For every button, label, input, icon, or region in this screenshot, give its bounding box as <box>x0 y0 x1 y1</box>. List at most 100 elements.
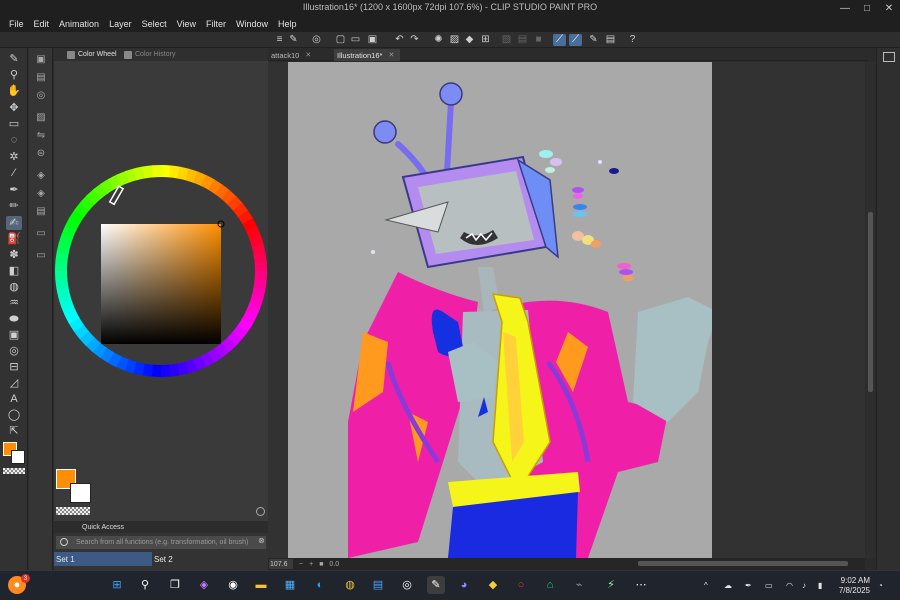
discord-icon[interactable]: ◕ <box>455 576 473 594</box>
task-view-icon[interactable]: ❐ <box>166 576 184 594</box>
system-clock[interactable]: 9:02 AM 7/8/2025 <box>839 576 870 596</box>
fit-icon[interactable]: ■ <box>319 561 323 568</box>
show-selection-icon[interactable]: ■ <box>532 34 545 46</box>
panel-sub-color[interactable] <box>70 483 91 503</box>
minimize-button[interactable]: — <box>834 0 856 16</box>
fill-icon[interactable]: ◆ <box>463 34 476 46</box>
sub-tool-10-icon[interactable]: ▭ <box>33 226 49 240</box>
copilot-icon[interactable]: ◈ <box>195 576 213 594</box>
quick-access-set-1[interactable]: Set 1 <box>54 552 152 566</box>
balloon-icon[interactable]: ◯ <box>6 408 22 422</box>
fill-bucket-icon[interactable]: ♒ <box>6 296 22 310</box>
menu-edit[interactable]: Edit <box>29 19 55 29</box>
sub-tool-1-icon[interactable]: ▣ <box>33 52 49 66</box>
start-icon[interactable]: ⊞ <box>108 576 126 594</box>
selection-icon[interactable]: ▭ <box>6 117 22 131</box>
invert-selection-icon[interactable]: ▤ <box>516 34 529 46</box>
transparent-color-swatch[interactable] <box>3 468 25 474</box>
clear-icon[interactable]: ✺ <box>432 34 445 46</box>
clear-search-icon[interactable]: ⊗ <box>258 536 265 545</box>
pen-tool-icon[interactable]: ✎ <box>6 52 22 66</box>
sub-tool-6-icon[interactable]: ⊜ <box>33 146 49 160</box>
redo-icon[interactable]: ↷ <box>408 34 421 46</box>
cloud-icon[interactable]: ☁ <box>724 581 732 590</box>
close-tab-icon[interactable]: ✕ <box>388 51 394 59</box>
transform-icon[interactable]: ⊞ <box>479 34 492 46</box>
snap-special-ruler-icon[interactable]: ⟋ <box>569 34 582 46</box>
horizontal-scroll-thumb[interactable] <box>638 561 848 566</box>
hand-icon[interactable]: ✋ <box>6 84 22 98</box>
canvas-area[interactable] <box>268 62 865 558</box>
move-icon[interactable]: ✥ <box>6 101 22 115</box>
tab-color-history[interactable]: Color History <box>124 49 175 60</box>
undo-icon[interactable]: ↶ <box>393 34 406 46</box>
search-icon[interactable]: ⚲ <box>136 576 154 594</box>
quick-access-set-2[interactable]: Set 2 <box>152 552 250 566</box>
clip-studio-launcher-icon[interactable]: ◎ <box>398 576 416 594</box>
auto-select-icon[interactable]: ✲ <box>6 150 22 164</box>
obs-icon[interactable]: ◉ <box>224 576 242 594</box>
color-settings-icon[interactable] <box>256 507 265 516</box>
sub-tool-8-icon[interactable]: ◈ <box>33 186 49 200</box>
mail-icon[interactable]: ▦ <box>281 576 299 594</box>
sub-tool-4-icon[interactable]: ▨ <box>33 110 49 124</box>
menu-window[interactable]: Window <box>231 19 273 29</box>
menu-animation[interactable]: Animation <box>54 19 104 29</box>
deselect-icon[interactable]: ▧ <box>500 34 513 46</box>
maximize-button[interactable]: □ <box>856 0 878 16</box>
help-icon[interactable]: ? <box>626 34 639 46</box>
snap-ruler-icon[interactable]: ⟋ <box>553 34 566 46</box>
object-icon[interactable]: ⇱ <box>6 424 22 438</box>
app-store-icon[interactable]: ⌂ <box>541 576 559 594</box>
vertical-scrollbar[interactable] <box>866 62 875 558</box>
keyboard-icon[interactable]: ▭ <box>765 581 773 590</box>
zoom-field[interactable]: 107.6 <box>269 559 293 569</box>
new-canvas-icon[interactable]: ✎ <box>287 34 300 46</box>
file-explorer-icon[interactable]: ▬ <box>252 576 270 594</box>
menu-view[interactable]: View <box>172 19 201 29</box>
tab-color-wheel[interactable]: Color Wheel <box>67 49 117 60</box>
text-icon[interactable]: A <box>6 392 22 406</box>
fill-tool-icon[interactable]: ⬬ <box>6 312 22 326</box>
sub-color-swatch[interactable] <box>11 450 25 464</box>
zoom-out-icon[interactable]: − <box>299 561 303 568</box>
clip-studio-icon[interactable]: ◎ <box>310 34 323 46</box>
canvas-tab-attack10[interactable]: attack10 ✕ <box>268 49 332 61</box>
panel-transparent-color[interactable] <box>56 507 90 515</box>
sub-tool-9-icon[interactable]: ▤ <box>33 204 49 218</box>
save-icon[interactable]: ▣ <box>366 34 379 46</box>
sub-tool-5-icon[interactable]: ⇋ <box>33 128 49 142</box>
open-folder-icon[interactable]: ▭ <box>349 34 362 46</box>
frame-icon[interactable]: ⊟ <box>6 360 22 374</box>
clear-outside-selection-icon[interactable]: ▨ <box>448 34 461 46</box>
zoom-icon[interactable]: ⚲ <box>6 68 22 82</box>
menu-select[interactable]: Select <box>137 19 172 29</box>
canvas-tab-illustration16[interactable]: Illustration16* ✕ <box>334 49 400 61</box>
pen-icon[interactable]: ✒ <box>6 183 22 197</box>
menu-file[interactable]: File <box>4 19 29 29</box>
decoration-icon[interactable]: ✽ <box>6 248 22 262</box>
brush-icon[interactable]: ✍ <box>6 216 22 230</box>
eyedropper-icon[interactable]: ⁄ <box>6 166 22 180</box>
menu-layer[interactable]: Layer <box>104 19 137 29</box>
close-tab-icon[interactable]: ✕ <box>305 51 311 59</box>
quick-access-search[interactable]: Search from all functions (e.g. transfor… <box>56 536 266 549</box>
app-icon[interactable]: ⌁ <box>570 576 588 594</box>
pen-menu-icon[interactable]: ✒ <box>745 581 752 590</box>
menu-list-icon[interactable]: ≡ <box>273 34 286 46</box>
battery-icon[interactable]: ▮ <box>818 581 822 590</box>
sub-tool-3-icon[interactable]: ◎ <box>33 88 49 102</box>
drawing-canvas[interactable] <box>288 62 712 558</box>
menu-filter[interactable]: Filter <box>201 19 231 29</box>
gradient-icon[interactable]: ▣ <box>6 328 22 342</box>
notification-bell-icon[interactable]: ◔ <box>878 581 883 590</box>
vertical-scroll-thumb[interactable] <box>868 212 873 392</box>
ibis-paint-icon[interactable]: ◆ <box>484 576 502 594</box>
more-icon[interactable]: ⋯ <box>632 576 650 594</box>
panel-toggle-icon[interactable] <box>883 52 895 62</box>
show-hidden-icons-icon[interactable]: ^ <box>704 581 708 590</box>
blend-icon[interactable]: ◍ <box>6 280 22 294</box>
eraser-icon[interactable]: ◧ <box>6 264 22 278</box>
chrome-icon[interactable]: ◍ <box>341 576 359 594</box>
sub-tool-2-icon[interactable]: ▤ <box>33 70 49 84</box>
